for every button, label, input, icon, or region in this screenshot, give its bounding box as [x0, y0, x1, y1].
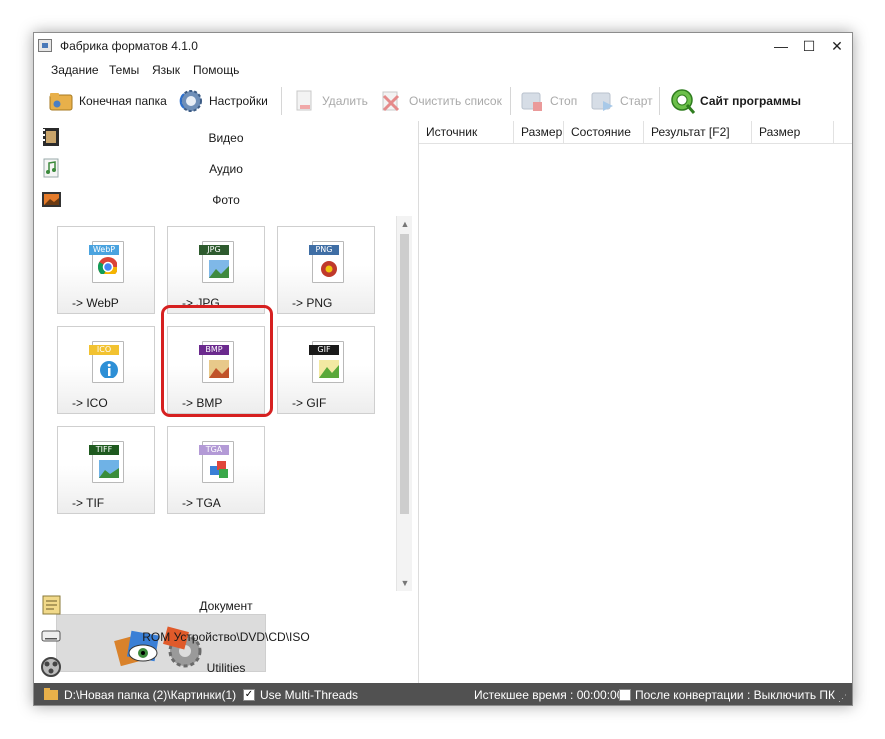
stop-icon	[519, 88, 545, 114]
minimize-button[interactable]: —	[768, 35, 794, 57]
delete-label: Удалить	[322, 94, 368, 108]
ico-file-icon: ICO	[89, 341, 124, 383]
website-label: Сайт программы	[700, 94, 801, 108]
menu-bar: Задание Темы Язык Помощь	[34, 59, 852, 79]
start-label: Старт	[620, 94, 653, 108]
format-label: -> TIF	[72, 496, 105, 510]
gear-icon	[178, 88, 204, 114]
category-panel: Видео Аудио Фото WebP -> WebP JPG -> JPG…	[34, 121, 419, 683]
format-tile-ico[interactable]: ICO -> ICO	[57, 326, 155, 414]
settings-button[interactable]: Настройки	[178, 87, 268, 115]
multithreads-label: Use Multi-Threads	[260, 688, 359, 702]
website-button[interactable]: Сайт программы	[669, 87, 801, 115]
file-tag: GIF	[309, 345, 339, 355]
menu-language[interactable]: Язык	[152, 63, 180, 77]
title-bar: Фабрика форматов 4.1.0 — ☐ ✕	[34, 33, 852, 59]
format-label: -> PNG	[292, 296, 333, 310]
column-result[interactable]: Результат [F2]	[644, 121, 752, 143]
file-tag: PNG	[309, 245, 339, 255]
format-label: -> GIF	[292, 396, 327, 410]
tif-file-icon: TIFF	[89, 441, 124, 483]
webp-file-icon: WebP	[89, 241, 124, 283]
category-photo[interactable]: Фото	[34, 185, 418, 215]
file-tag: TIFF	[89, 445, 119, 455]
format-tile-jpg[interactable]: JPG -> JPG	[167, 226, 265, 314]
folder-icon	[48, 88, 74, 114]
toolbar-separator	[281, 87, 282, 115]
file-tag: TGA	[199, 445, 229, 455]
scroll-thumb[interactable]	[400, 234, 409, 514]
gif-file-icon: GIF	[309, 341, 344, 383]
format-tile-png[interactable]: PNG -> PNG	[277, 226, 375, 314]
category-audio[interactable]: Аудио	[34, 154, 418, 184]
scroll-down-icon[interactable]: ▼	[397, 575, 413, 591]
column-source[interactable]: Источник	[419, 121, 514, 143]
output-folder-button[interactable]: Конечная папка	[48, 87, 167, 115]
globe-search-icon	[669, 88, 696, 114]
category-rom-label: ROM Устройство\DVD\CD\ISO	[142, 630, 310, 644]
file-tag: JPG	[199, 245, 229, 255]
category-document[interactable]: Документ	[34, 591, 418, 621]
file-list[interactable]: Источник Размер Состояние Результат [F2]…	[419, 121, 852, 683]
png-file-icon: PNG	[309, 241, 344, 283]
selection-highlight	[161, 305, 273, 417]
category-video-label: Видео	[208, 131, 244, 145]
clear-list-label: Очистить список	[409, 94, 502, 108]
folder-icon	[43, 687, 59, 704]
toolbar: Конечная папка Настройки Удалить Очистит…	[34, 81, 852, 121]
file-list-header: Источник Размер Состояние Результат [F2]…	[419, 121, 852, 144]
start-button[interactable]: Старт	[589, 87, 653, 115]
format-tile-tif[interactable]: TIFF -> TIF	[57, 426, 155, 514]
clear-list-button[interactable]: Очистить список	[378, 87, 502, 115]
window-title: Фабрика форматов 4.1.0	[60, 39, 198, 53]
clear-icon	[378, 88, 404, 114]
menu-task[interactable]: Задание	[51, 63, 99, 77]
category-video[interactable]: Видео	[34, 123, 418, 153]
multithreads-checkbox[interactable]: ✓	[243, 689, 255, 701]
delete-icon	[291, 88, 317, 114]
stop-button[interactable]: Стоп	[519, 87, 577, 115]
category-utilities-label: Utilities	[206, 661, 246, 675]
stop-label: Стоп	[550, 94, 578, 108]
scroll-up-icon[interactable]: ▲	[397, 216, 413, 232]
category-rom[interactable]: ROM Устройство\DVD\CD\ISO	[34, 622, 418, 652]
format-label: -> WebP	[72, 296, 119, 310]
resize-grip-icon[interactable]: ⋰	[838, 693, 847, 704]
toolbar-separator	[659, 87, 660, 115]
delete-button[interactable]: Удалить	[291, 87, 368, 115]
maximize-button[interactable]: ☐	[796, 35, 822, 57]
photo-grid-scrollbar[interactable]: ▲ ▼	[396, 216, 412, 591]
category-photo-label: Фото	[212, 193, 240, 207]
file-tag: WebP	[89, 245, 119, 255]
start-icon	[589, 88, 615, 114]
column-state[interactable]: Состояние	[564, 121, 644, 143]
elapsed-time: Истекшее время : 00:00:00	[474, 688, 624, 702]
column-output-size[interactable]: Размер	[752, 121, 834, 143]
format-tile-gif[interactable]: GIF -> GIF	[277, 326, 375, 414]
format-label: -> TGA	[182, 496, 221, 510]
app-window: Фабрика форматов 4.1.0 — ☐ ✕ Задание Тем…	[33, 32, 853, 706]
format-tile-webp[interactable]: WebP -> WebP	[57, 226, 155, 314]
category-document-label: Документ	[199, 599, 253, 613]
status-bar: D:\Новая папка (2)\Картинки(1) ✓ Use Mul…	[34, 683, 852, 705]
output-folder-label: Конечная папка	[79, 94, 167, 108]
jpg-file-icon: JPG	[199, 241, 234, 283]
column-size[interactable]: Размер	[514, 121, 564, 143]
tga-file-icon: TGA	[199, 441, 234, 483]
category-audio-label: Аудио	[209, 162, 243, 176]
category-utilities[interactable]: Utilities	[34, 653, 418, 683]
file-tag: ICO	[89, 345, 119, 355]
menu-help[interactable]: Помощь	[193, 63, 239, 77]
format-tile-tga[interactable]: TGA -> TGA	[167, 426, 265, 514]
after-convert-checkbox[interactable]	[619, 689, 631, 701]
after-convert-label: После конвертации : Выключить ПК	[635, 688, 836, 702]
toolbar-separator	[510, 87, 511, 115]
menu-themes[interactable]: Темы	[109, 63, 139, 77]
settings-label: Настройки	[209, 94, 268, 108]
app-icon	[38, 39, 52, 52]
format-label: -> ICO	[72, 396, 108, 410]
close-button[interactable]: ✕	[824, 35, 850, 57]
output-path: D:\Новая папка (2)\Картинки(1)	[64, 688, 237, 702]
